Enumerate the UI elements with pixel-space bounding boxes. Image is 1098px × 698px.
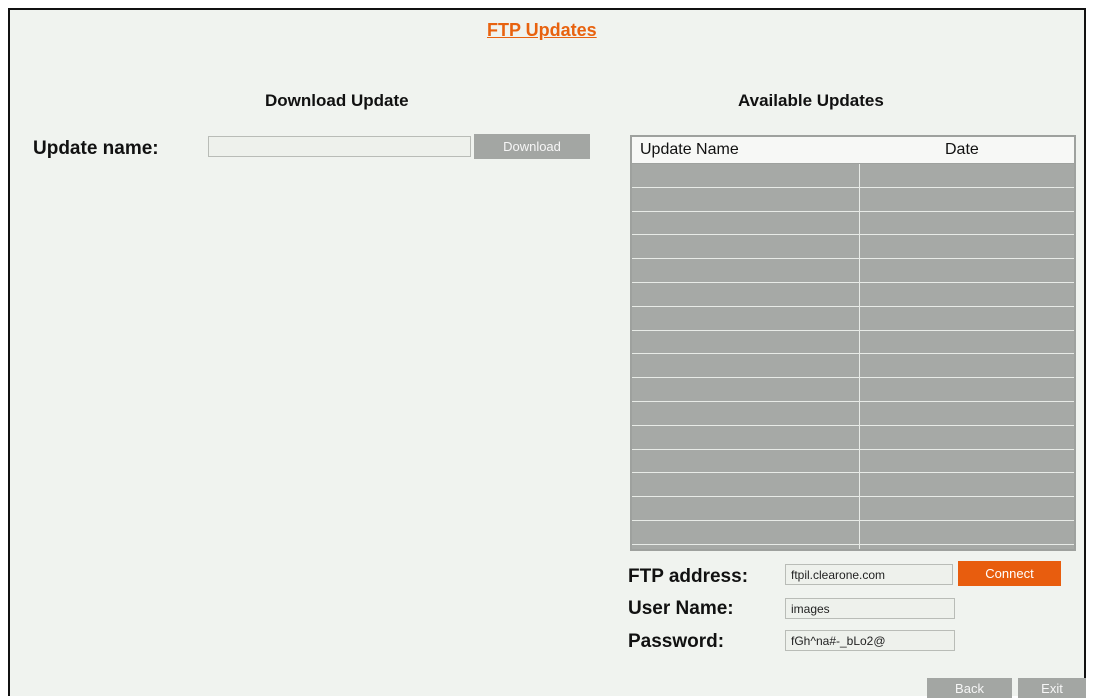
table-row[interactable] [632,402,1074,426]
ftp-updates-window: FTP Updates Download Update Update name:… [8,8,1086,698]
column-divider [859,164,860,549]
table-row[interactable] [632,521,1074,545]
password-label: Password: [628,631,725,652]
available-updates-table[interactable]: Update Name Date [630,135,1076,551]
exit-button[interactable]: Exit [1018,678,1086,698]
table-body [632,164,1074,545]
table-row[interactable] [632,354,1074,379]
table-header: Update Name Date [632,137,1074,164]
ftp-address-label: FTP address: [628,566,749,587]
download-update-heading: Download Update [265,91,409,110]
ftp-address-input[interactable] [785,564,953,585]
table-row[interactable] [632,426,1074,450]
table-row[interactable] [632,283,1074,307]
table-row[interactable] [632,331,1074,355]
table-row[interactable] [632,307,1074,331]
table-row[interactable] [632,450,1074,474]
table-row[interactable] [632,473,1074,498]
table-row[interactable] [632,164,1074,188]
user-name-label: User Name: [628,598,734,619]
table-row[interactable] [632,235,1074,260]
table-row[interactable] [632,497,1074,521]
update-name-label: Update name: [33,138,159,159]
table-row[interactable] [632,188,1074,212]
connect-button[interactable]: Connect [958,561,1061,586]
available-updates-heading: Available Updates [738,91,884,110]
table-row[interactable] [632,378,1074,402]
user-name-input[interactable] [785,598,955,619]
column-header-update-name[interactable]: Update Name [640,141,739,159]
password-input[interactable] [785,630,955,651]
download-button[interactable]: Download [474,134,590,159]
update-name-input[interactable] [208,136,471,157]
page-title[interactable]: FTP Updates [487,20,597,41]
back-button[interactable]: Back [927,678,1012,698]
table-row[interactable] [632,212,1074,236]
table-row[interactable] [632,259,1074,283]
column-header-date[interactable]: Date [945,141,979,159]
